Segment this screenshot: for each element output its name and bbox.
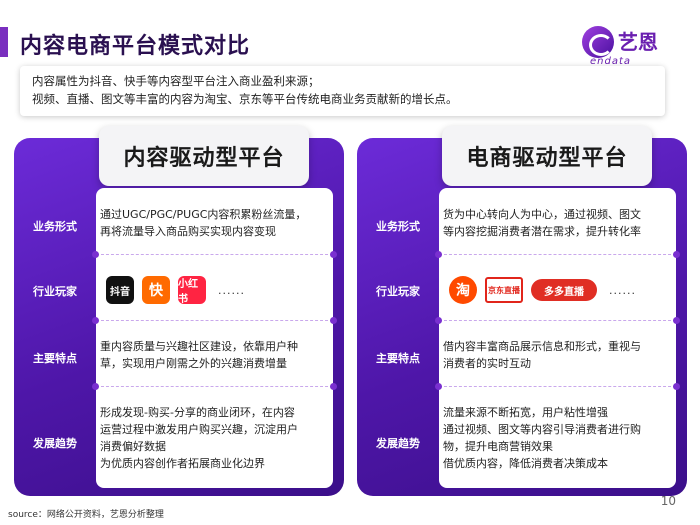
page-title: 内容电商平台模式对比	[20, 34, 251, 59]
ecommerce-driven-title: 电商驱动型平台	[442, 126, 652, 186]
label-business: 业务形式	[376, 220, 420, 233]
features-text: 重内容质量与兴趣社区建设，依靠用户种 草，实现用户刚需之外的兴趣消费增量	[100, 338, 330, 372]
douyin-icon: 抖音	[106, 276, 134, 304]
label-features: 主要特点	[33, 352, 77, 365]
xiaohongshu-icon: 小红书	[178, 276, 206, 305]
taobao-live-icon: 淘	[449, 276, 477, 304]
label-business: 业务形式	[33, 220, 77, 233]
trends-text: 形成发现-购买-分享的商业闭环，在内容 运营过程中激发用户购买兴趣，沉淀用户 消…	[100, 404, 330, 472]
trends-line: 为优质内容创作者拓展商业化边界	[100, 457, 265, 470]
trends-line: 运营过程中激发用户购买兴趣，沉淀用户	[100, 423, 298, 436]
players-icons: 抖音 快 小红书 ......	[106, 276, 245, 305]
intro-box: 内容属性为抖音、快手等内容型平台注入商业盈利来源； 视频、直播、图文等丰富的内容…	[20, 66, 665, 116]
players-icons: 淘 京东直播 多多直播 ......	[449, 276, 636, 304]
source-note: source：网络公开资料，艺恩分析整理	[8, 510, 164, 520]
business-text: 通过UGC/PGC/PUGC内容积累粉丝流量， 再将流量导入商品购买实现内容变现	[100, 206, 330, 240]
kuaishou-icon: 快	[142, 276, 170, 304]
label-trends: 发展趋势	[33, 437, 77, 450]
features-line: 重内容质量与兴趣社区建设，依靠用户种	[100, 340, 298, 353]
label-players: 行业玩家	[376, 285, 420, 298]
trends-line: 物，提升电商营销效果	[443, 440, 553, 453]
row-divider	[435, 251, 680, 258]
features-line: 借内容丰富商品展示信息和形式，重视与	[443, 340, 641, 353]
intro-line-1: 内容属性为抖音、快手等内容型平台注入商业盈利来源；	[32, 74, 320, 88]
row-divider	[92, 251, 337, 258]
ecommerce-driven-card: 电商驱动型平台 业务形式 货为中心转向人为中心，通过视频、图文 等内容挖掘消费者…	[357, 126, 687, 496]
players-more: ......	[609, 283, 636, 297]
row-divider	[435, 317, 680, 324]
pdd-live-icon: 多多直播	[531, 279, 597, 301]
trends-line: 消费偏好数据	[100, 440, 166, 453]
label-players: 行业玩家	[33, 285, 77, 298]
trends-line: 借优质内容，降低消费者决策成本	[443, 457, 608, 470]
content-driven-title: 内容驱动型平台	[99, 126, 309, 186]
trends-line: 形成发现-购买-分享的商业闭环，在内容	[100, 406, 295, 419]
label-trends: 发展趋势	[376, 437, 420, 450]
row-divider	[92, 383, 337, 390]
row-divider	[435, 383, 680, 390]
logo-cn-text: 艺恩	[618, 30, 658, 54]
title-accent-bar	[0, 27, 8, 57]
business-text: 货为中心转向人为中心，通过视频、图文 等内容挖掘消费者潜在需求，提升转化率	[443, 206, 673, 240]
intro-line-2: 视频、直播、图文等丰富的内容为淘宝、京东等平台传统电商业务贡献新的增长点。	[32, 92, 458, 106]
content-driven-card: 内容驱动型平台 业务形式 通过UGC/PGC/PUGC内容积累粉丝流量， 再将流…	[14, 126, 344, 496]
trends-text: 流量来源不断拓宽，用户粘性增强 通过视频、图文等内容引导消费者进行购 物，提升电…	[443, 404, 673, 472]
endata-logo-icon	[582, 26, 614, 58]
page-number: 10	[660, 494, 676, 508]
trends-line: 流量来源不断拓宽，用户粘性增强	[443, 406, 608, 419]
players-more: ......	[218, 283, 245, 297]
endata-logo: 艺恩 endata	[582, 22, 672, 68]
business-line: 等内容挖掘消费者潜在需求，提升转化率	[443, 225, 641, 238]
row-divider	[92, 317, 337, 324]
business-line: 通过UGC/PGC/PUGC内容积累粉丝流量，	[100, 208, 307, 221]
features-text: 借内容丰富商品展示信息和形式，重视与 消费者的实时互动	[443, 338, 673, 372]
label-features: 主要特点	[376, 352, 420, 365]
features-line: 消费者的实时互动	[443, 357, 531, 370]
features-line: 草，实现用户刚需之外的兴趣消费增量	[100, 357, 287, 370]
trends-line: 通过视频、图文等内容引导消费者进行购	[443, 423, 641, 436]
business-line: 货为中心转向人为中心，通过视频、图文	[443, 208, 641, 221]
jd-live-icon: 京东直播	[485, 277, 523, 303]
business-line: 再将流量导入商品购买实现内容变现	[100, 225, 276, 238]
